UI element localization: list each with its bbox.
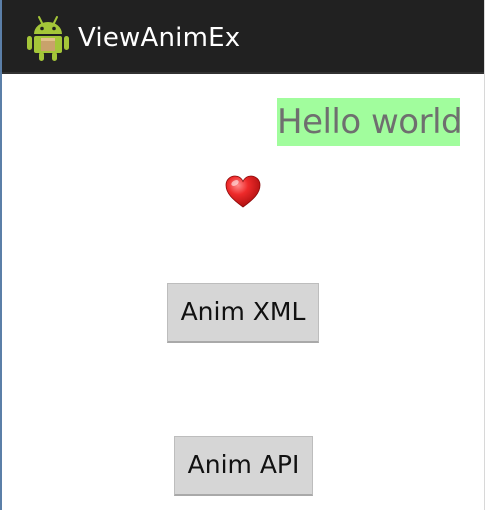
heart-icon: [225, 175, 261, 208]
action-bar: ViewAnimEx: [2, 0, 484, 74]
hello-world-text: Hello world: [277, 98, 463, 146]
anim-xml-button[interactable]: Anim XML: [167, 283, 319, 343]
android-robot-icon: [27, 16, 69, 61]
anim-api-button[interactable]: Anim API: [174, 436, 313, 496]
app-title: ViewAnimEx: [78, 23, 241, 53]
app-screen: ViewAnimEx Hello world Anim XML Anim API: [0, 0, 485, 510]
